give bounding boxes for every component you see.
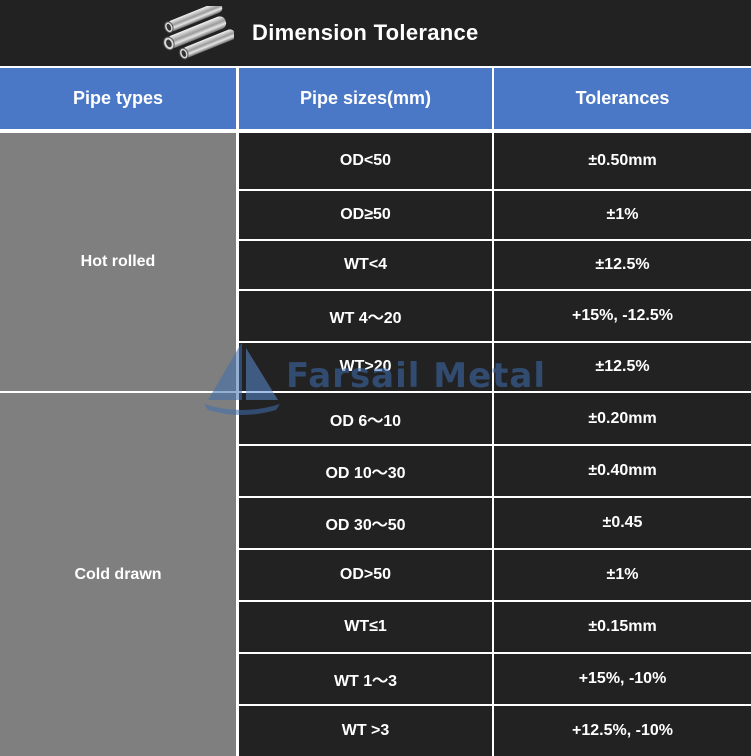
tolerance-cell: +15%, -10%: [494, 654, 751, 704]
column-header: Tolerances: [494, 68, 751, 129]
tolerance-cell: ±0.50mm: [494, 133, 751, 189]
tolerance-cell: ±12.5%: [494, 241, 751, 289]
pipe-type-cell: Hot rolled: [0, 133, 236, 391]
tolerance-cell: ±12.5%: [494, 343, 751, 391]
pipe-size-cell: WT 4～20: [239, 291, 492, 341]
tolerance-cell: ±0.20mm: [494, 393, 751, 444]
pipe-size-cell: OD>50: [239, 550, 492, 600]
tolerance-cell: ±1%: [494, 191, 751, 239]
pipe-size-cell: OD 10～30: [239, 446, 492, 496]
tolerance-cell: +15%, -12.5%: [494, 291, 751, 341]
pipe-size-cell: OD≥50: [239, 191, 492, 239]
pipe-size-cell: WT>20: [239, 343, 492, 391]
page-title: Dimension Tolerance: [252, 20, 479, 45]
pipe-size-cell: OD<50: [239, 133, 492, 189]
pipe-size-cell: OD 30～50: [239, 498, 492, 548]
column-header: Pipe types: [0, 68, 236, 129]
tolerance-cell: ±0.40mm: [494, 446, 751, 496]
tolerance-cell: ±0.45: [494, 498, 751, 548]
pipe-size-cell: WT >3: [239, 706, 492, 756]
tolerance-cell: ±1%: [494, 550, 751, 600]
tolerance-cell: ±0.15mm: [494, 602, 751, 652]
pipes-icon: [163, 6, 234, 60]
pipe-type-cell: Cold drawn: [0, 393, 236, 756]
pipe-size-cell: WT≤1: [239, 602, 492, 652]
tolerance-cell: +12.5%, -10%: [494, 706, 751, 756]
pipe-size-cell: OD 6～10: [239, 393, 492, 444]
column-header: Pipe sizes(mm): [239, 68, 492, 129]
pipe-size-cell: WT<4: [239, 241, 492, 289]
title-bar: Dimension Tolerance: [0, 0, 751, 66]
pipe-size-cell: WT 1～3: [239, 654, 492, 704]
